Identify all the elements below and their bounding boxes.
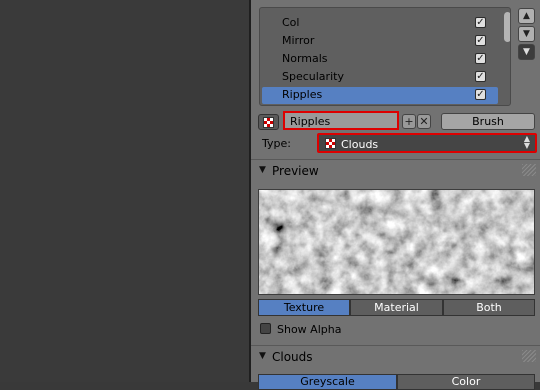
texture-slot-col[interactable]: Col ✓ <box>262 15 498 32</box>
tab-texture[interactable]: Texture <box>258 299 350 316</box>
texture-slot-checkbox[interactable]: ✓ <box>475 35 486 46</box>
texture-slot-ripples[interactable]: Ripples ✓ <box>262 87 498 104</box>
triangle-down-icon: ▼ <box>259 351 266 361</box>
panel-drag-grip-icon[interactable] <box>522 350 536 362</box>
brush-button[interactable]: Brush <box>441 113 535 130</box>
x-icon: ✕ <box>419 115 429 128</box>
unlink-texture-button[interactable]: ✕ <box>417 114 431 129</box>
move-up-button[interactable]: ▲ <box>518 8 535 24</box>
texture-preview-image <box>258 189 535 295</box>
clouds-panel-header[interactable]: ▼ Clouds <box>251 346 540 368</box>
panel-drag-grip-icon[interactable] <box>522 164 536 176</box>
checker-texture-icon <box>325 138 336 149</box>
chevron-up-icon: ▲ <box>523 11 530 21</box>
3d-viewport-area[interactable] <box>0 0 249 382</box>
texture-type-value: Clouds <box>341 138 379 151</box>
texture-slot-label: Ripples <box>282 88 323 101</box>
texture-slot-specularity[interactable]: Specularity ✓ <box>262 69 498 86</box>
texture-slot-checkbox[interactable]: ✓ <box>475 89 486 100</box>
texture-slot-checkbox[interactable]: ✓ <box>475 17 486 28</box>
texture-slot-list[interactable]: Col ✓ Mirror ✓ Normals ✓ Specularity ✓ R… <box>259 7 511 106</box>
chevron-down-icon: ▼ <box>523 29 530 39</box>
clouds-panel-title: Clouds <box>272 350 313 364</box>
show-alpha-checkbox[interactable] <box>260 323 271 334</box>
preview-panel-header[interactable]: ▼ Preview <box>251 160 540 182</box>
texture-slot-label: Specularity <box>282 70 344 83</box>
tab-color[interactable]: Color <box>397 374 535 390</box>
texture-slot-label: Mirror <box>282 34 315 47</box>
show-alpha-label: Show Alpha <box>277 323 342 336</box>
preview-panel-title: Preview <box>272 164 319 178</box>
properties-panel: Col ✓ Mirror ✓ Normals ✓ Specularity ✓ R… <box>251 0 540 390</box>
texture-slot-checkbox[interactable]: ✓ <box>475 71 486 82</box>
list-scrollbar[interactable] <box>504 12 510 42</box>
move-down-button[interactable]: ▼ <box>518 26 535 42</box>
texture-slot-checkbox[interactable]: ✓ <box>475 53 486 64</box>
checker-texture-icon <box>263 117 274 128</box>
texture-slot-label: Normals <box>282 52 328 65</box>
tab-material[interactable]: Material <box>350 299 443 316</box>
type-label: Type: <box>262 137 291 150</box>
texture-slot-label: Col <box>282 16 300 29</box>
browse-texture-button[interactable] <box>258 114 279 130</box>
texture-slot-normals[interactable]: Normals ✓ <box>262 51 498 68</box>
triangle-down-icon: ▼ <box>259 165 266 175</box>
tab-greyscale[interactable]: Greyscale <box>258 374 397 390</box>
specials-menu-button[interactable]: ▼ <box>518 44 535 60</box>
texture-type-select[interactable]: Clouds ▲ ▼ <box>317 133 537 153</box>
up-down-arrows-icon: ▲ ▼ <box>523 134 530 150</box>
tab-both[interactable]: Both <box>443 299 535 316</box>
texture-name-field[interactable]: Ripples <box>283 111 399 130</box>
plus-icon: + <box>404 115 414 128</box>
triangle-down-icon: ▼ <box>523 47 530 57</box>
texture-name-value: Ripples <box>290 115 331 128</box>
texture-slot-mirror[interactable]: Mirror ✓ <box>262 33 498 50</box>
new-texture-button[interactable]: + <box>402 114 416 129</box>
